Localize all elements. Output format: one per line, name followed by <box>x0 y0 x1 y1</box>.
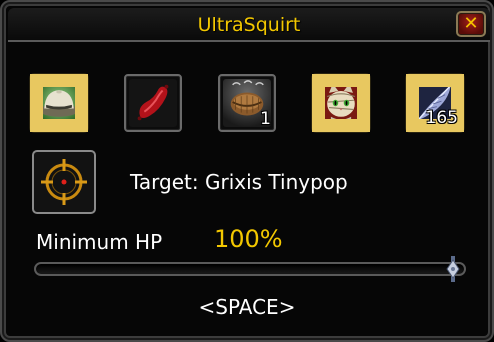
title-bar[interactable]: UltraSquirt ✕ <box>8 8 490 42</box>
keybind-hint: <SPACE> <box>198 295 296 319</box>
item-slot-pet[interactable] <box>312 74 370 132</box>
target-name: Target: Grixis Tinypop <box>130 170 348 194</box>
close-icon: ✕ <box>463 13 479 34</box>
min-hp-value: 100% <box>214 225 283 253</box>
item-slot-feather[interactable]: 165 <box>406 74 464 132</box>
item-count: 1 <box>260 109 271 129</box>
slider-thumb-icon <box>446 256 460 282</box>
window-title: UltraSquirt <box>197 14 301 36</box>
close-button[interactable]: ✕ <box>456 11 486 37</box>
item-slot-sausage[interactable] <box>124 74 182 132</box>
item-slot-helmet[interactable] <box>30 74 88 132</box>
slider-thumb[interactable] <box>446 256 460 282</box>
item-slot-bucket[interactable]: 1 <box>218 74 276 132</box>
item-count: 165 <box>425 108 458 128</box>
target-button[interactable] <box>32 150 96 214</box>
addon-window: UltraSquirt ✕ 1 165 Target: Grixis Tinyp… <box>0 0 494 342</box>
corner-ornament <box>36 80 88 132</box>
min-hp-slider[interactable] <box>34 262 466 276</box>
crosshair-icon <box>41 159 87 205</box>
corner-ornament <box>318 80 370 132</box>
sausage-icon <box>129 79 177 127</box>
min-hp-label: Minimum HP <box>36 230 163 254</box>
